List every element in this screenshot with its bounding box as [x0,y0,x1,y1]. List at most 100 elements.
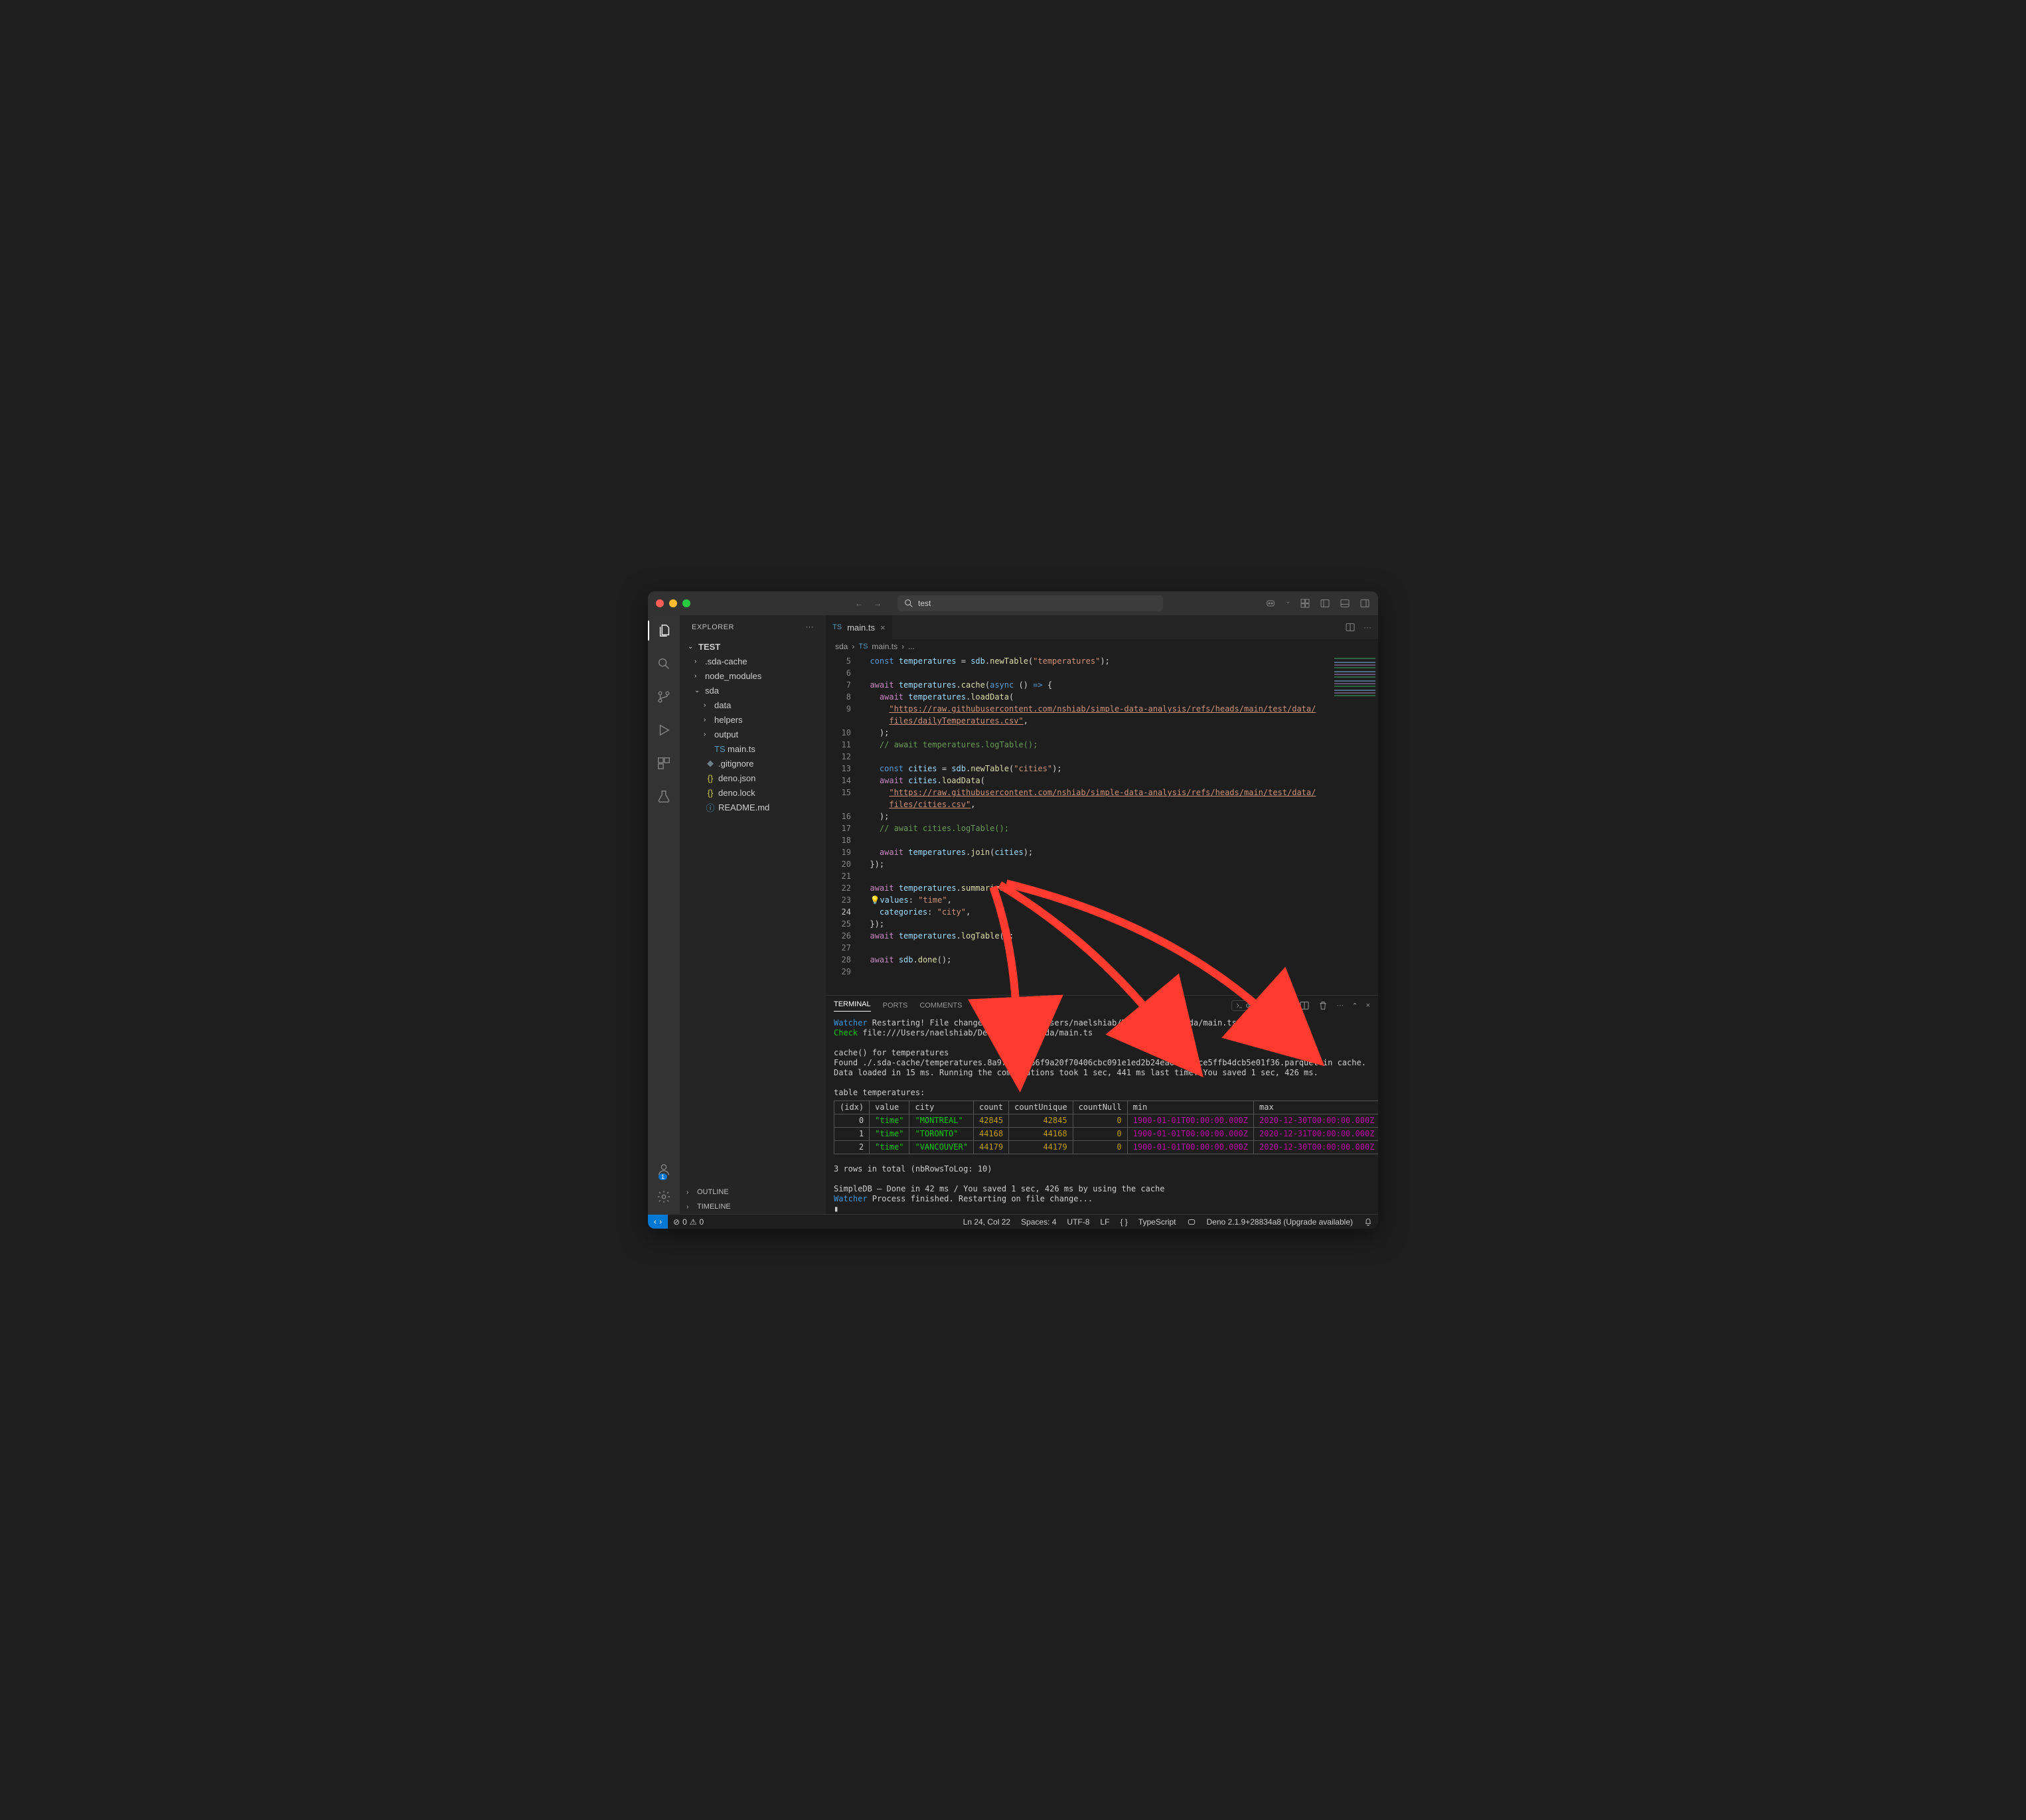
chevron-right-icon: › [901,642,904,651]
copilot-icon [1187,1217,1196,1227]
activity-accounts[interactable]: 1 [657,1162,671,1179]
new-terminal-icon[interactable]: + [1274,1002,1278,1010]
sidebar-footer: ›OUTLINE ›TIMELINE [680,1185,826,1214]
terminal-dropdown-icon[interactable]: ⌄ [1286,1002,1292,1010]
beaker-icon [657,789,671,804]
maximize-panel-icon[interactable]: ⌃ [1352,1002,1358,1010]
tree-item[interactable]: ›output [681,727,824,741]
eol-indicator[interactable]: LF [1095,1217,1115,1227]
titlebar: ← → test ⌄ [648,591,1378,615]
copilot-status[interactable] [1182,1217,1202,1227]
outline-section[interactable]: ›OUTLINE [680,1185,826,1199]
gear-icon [657,1189,671,1204]
maximize-window-button[interactable] [682,599,690,607]
search-icon [657,656,671,671]
cursor-position[interactable]: Ln 24, Col 22 [958,1217,1016,1227]
tree-item[interactable]: ›data [681,698,824,712]
close-window-button[interactable] [656,599,664,607]
tab-label: main.ts [847,623,875,633]
files-icon [657,623,672,638]
editor-tabs: TS main.ts × ··· [826,615,1378,639]
terminal-icon [1235,1002,1243,1010]
tree-item[interactable]: ›node_modules [681,668,824,683]
ts-icon: TS [858,643,868,650]
activity-debug[interactable] [648,720,680,740]
chevron-right-icon: › [852,642,854,651]
terminal-shell-picker[interactable]: deno [1231,1000,1266,1011]
braces-indicator[interactable]: { } [1115,1217,1132,1227]
timeline-section[interactable]: ›TIMELINE [680,1199,826,1214]
split-editor-icon[interactable] [1345,622,1356,633]
copilot-chevron-icon[interactable]: ⌄ [1285,598,1290,609]
window-controls [656,599,690,607]
breadcrumbs[interactable]: sda › TS main.ts › ... [826,639,1378,654]
panel-bottom-icon[interactable] [1340,598,1350,609]
tree-item[interactable]: ⓘREADME.md [681,800,824,814]
tree-item[interactable]: ⌄sda [681,683,824,698]
extensions-icon [657,756,671,771]
file-tree: ⌄TEST ›.sda-cache›node_modules⌄sda›data›… [680,639,826,1185]
tab-main-ts[interactable]: TS main.ts × [826,615,893,639]
panel-more-icon[interactable]: ··· [1336,1002,1344,1010]
ts-icon: TS [832,623,842,631]
code-editor[interactable]: 5678910111213141516171819202122232425262… [826,654,1378,995]
remote-indicator[interactable] [648,1215,668,1229]
activity-extensions[interactable] [648,753,680,773]
bell-icon [1364,1217,1373,1227]
tree-item[interactable]: {}deno.lock [681,785,824,800]
editor-more-icon[interactable]: ··· [1364,623,1371,632]
panel-tab-comments[interactable]: COMMENTS [919,1002,962,1010]
split-terminal-icon[interactable] [1299,1000,1310,1011]
activity-explorer[interactable] [648,621,680,641]
sidebar-more-icon[interactable]: ··· [806,623,815,631]
play-icon [657,723,671,737]
breadcrumb-folder: sda [835,642,848,651]
notifications-icon[interactable] [1358,1217,1378,1227]
tree-item[interactable]: ›.sda-cache [681,654,824,668]
tree-item[interactable]: TSmain.ts [681,741,824,756]
copilot-icon[interactable] [1265,598,1276,609]
code-content[interactable]: const temperatures = sdb.newTable("tempe… [860,654,1332,995]
panel-tab-ports[interactable]: PORTS [883,1002,908,1010]
panel-right-icon[interactable] [1360,598,1370,609]
minimize-window-button[interactable] [669,599,677,607]
trash-icon[interactable] [1318,1000,1328,1011]
panel-tab-terminal[interactable]: TERMINAL [834,1000,871,1012]
deno-version[interactable]: Deno 2.1.9+28834a8 (Upgrade available) [1202,1217,1359,1227]
activity-testing[interactable] [648,787,680,806]
indent-indicator[interactable]: Spaces: 4 [1016,1217,1061,1227]
sidebar-title-label: EXPLORER [692,623,734,631]
layout-grid-icon[interactable] [1300,598,1310,609]
bottom-panel: TERMINAL PORTS COMMENTS deno + ⌄ ··· ⌃ [826,995,1378,1214]
tree-item[interactable]: {}deno.json [681,771,824,785]
tree-root-label: TEST [698,642,720,652]
close-panel-icon[interactable]: × [1366,1002,1370,1010]
search-text: test [918,599,931,608]
error-icon: ⊘ [673,1217,680,1227]
language-indicator[interactable]: TypeScript [1133,1217,1182,1227]
line-gutter: 5678910111213141516171819202122232425262… [826,654,860,995]
encoding-indicator[interactable]: UTF-8 [1061,1217,1095,1227]
nav-forward-icon[interactable]: → [874,599,882,608]
status-bar: ⊘0 ⚠0 Ln 24, Col 22 Spaces: 4 UTF-8 LF {… [648,1214,1378,1229]
vscode-window: ← → test ⌄ [648,591,1378,1229]
tree-item[interactable]: ›helpers [681,712,824,727]
remote-icon [653,1217,662,1227]
activity-search[interactable] [648,654,680,674]
panel-left-icon[interactable] [1320,598,1330,609]
activity-settings[interactable] [657,1189,671,1206]
close-tab-icon[interactable]: × [880,623,886,633]
account-badge: 1 [659,1174,667,1180]
activity-bar: 1 [648,615,680,1214]
problems-indicator[interactable]: ⊘0 ⚠0 [668,1217,709,1227]
editor-group: TS main.ts × ··· sda › TS main.ts › ... … [826,615,1378,1214]
activity-scm[interactable] [648,687,680,707]
branch-icon [657,690,671,704]
terminal-output[interactable]: Watcher Restarting! File change detected… [826,1016,1378,1214]
minimap[interactable] [1332,654,1378,995]
sidebar-title: EXPLORER ··· [680,615,826,639]
command-center[interactable]: test [897,595,1163,611]
nav-back-icon[interactable]: ← [855,599,863,608]
tree-item[interactable]: ◆.gitignore [681,756,824,771]
tree-root[interactable]: ⌄TEST [681,639,824,654]
